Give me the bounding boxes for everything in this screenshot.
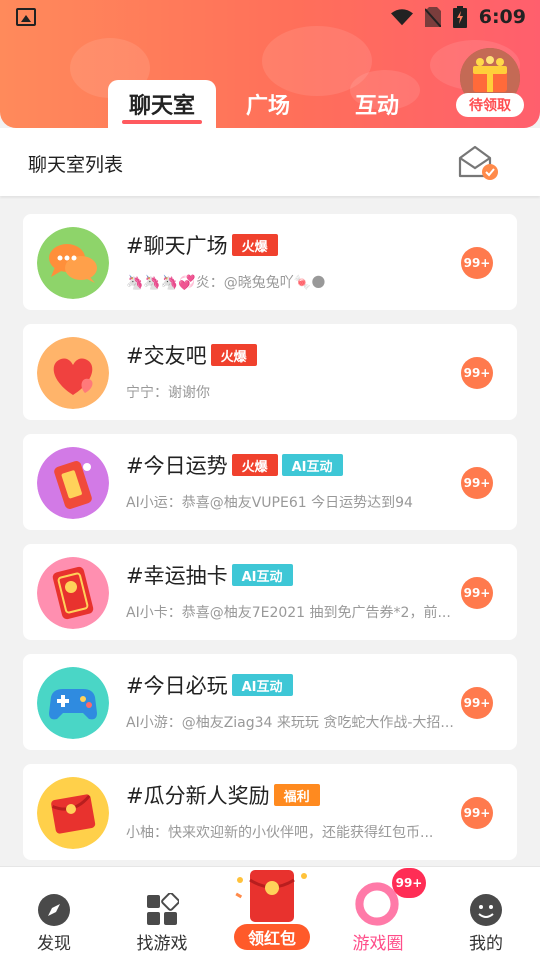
- chatroom-title: #幸运抽卡: [126, 564, 228, 588]
- read-all-mail-icon[interactable]: [458, 144, 500, 182]
- reward-pending-badge: 待领取: [456, 93, 524, 117]
- status-time: 6:09: [478, 6, 526, 28]
- unread-count-badge: 99+: [461, 797, 493, 829]
- notification-badge: 99+: [392, 868, 426, 898]
- nav-find-games[interactable]: 找游戏: [108, 867, 216, 960]
- nav-label: 游戏圈: [352, 934, 404, 954]
- compass-icon: [38, 894, 70, 926]
- nav-label: 领红包: [234, 924, 310, 950]
- chatroom-item[interactable]: #瓜分新人奖励 福利 小柚：快来欢迎新的小伙伴吧，还能获得红包币... 99+: [23, 764, 517, 860]
- chat-bubbles-icon: [37, 227, 109, 299]
- chatroom-item[interactable]: #聊天广场 火爆 🦄🦄🦄💞炎：@晓兔兔吖🍬🌑 99+: [23, 214, 517, 310]
- chatroom-list-header: 聊天室列表: [0, 128, 540, 196]
- chatroom-title: #今日运势: [126, 454, 228, 478]
- chatroom-last-message: AI小卡：恭喜@柚友7E2021 抽到免广告券*2，前...: [126, 605, 451, 621]
- unread-count-badge: 99+: [461, 577, 493, 609]
- chatroom-last-message: AI小游：@柚友Ziag34 来玩玩 贪吃蛇大作战-大招...: [126, 715, 454, 731]
- chatroom-last-message: 小柚：快来欢迎新的小伙伴吧，还能获得红包币...: [126, 825, 434, 841]
- heart-icon: [37, 337, 109, 409]
- chatroom-item[interactable]: #幸运抽卡 AI互动 AI小卡：恭喜@柚友7E2021 抽到免广告券*2，前..…: [23, 544, 517, 640]
- grid-icon: [147, 893, 179, 925]
- ai-interaction-tag: AI互动: [281, 454, 343, 476]
- page-title: 聊天室列表: [28, 154, 124, 176]
- chatroom-last-message: AI小运：恭喜@柚友VUPE61 今日运势达到94: [126, 495, 413, 511]
- unread-count-badge: 99+: [461, 687, 493, 719]
- unread-count-badge: 99+: [461, 247, 493, 279]
- wifi-icon: [390, 9, 413, 26]
- chatroom-last-message: 宁宁：谢谢你: [126, 385, 210, 401]
- chatroom-item[interactable]: #今日运势 火爆 AI互动 AI小运：恭喜@柚友VUPE61 今日运势达到94 …: [23, 434, 517, 530]
- lucky-card-icon: [37, 557, 109, 629]
- battery-charging-icon: [452, 6, 467, 28]
- ai-interaction-tag: AI互动: [231, 564, 293, 586]
- ai-interaction-tag: AI互动: [231, 674, 293, 696]
- chatroom-item[interactable]: #交友吧 火爆 宁宁：谢谢你 99+: [23, 324, 517, 420]
- hot-tag: 火爆: [231, 234, 278, 256]
- chatroom-title: #瓜分新人奖励: [126, 784, 270, 808]
- nav-red-envelope[interactable]: 领红包: [230, 860, 314, 952]
- gamepad-icon: [37, 667, 109, 739]
- nav-mine[interactable]: 我的: [432, 867, 540, 960]
- no-sim-icon: [424, 7, 441, 27]
- tab-chatroom[interactable]: 聊天室: [108, 80, 216, 128]
- nav-label: 找游戏: [136, 934, 188, 954]
- chatroom-title: #聊天广场: [126, 234, 228, 258]
- unread-count-badge: 99+: [461, 357, 493, 389]
- welfare-tag: 福利: [273, 784, 320, 806]
- red-envelope-icon: [235, 870, 307, 922]
- tab-square[interactable]: 广场: [246, 80, 290, 128]
- nav-discover[interactable]: 发现: [0, 867, 108, 960]
- nav-label: 我的: [469, 934, 503, 954]
- tab-interaction[interactable]: 互动: [355, 80, 399, 128]
- header: 6:09 聊天室 广场 互动 待领取: [0, 0, 540, 128]
- status-bar: 6:09: [0, 0, 540, 36]
- chatroom-title: #交友吧: [126, 344, 207, 368]
- nav-label: 发现: [37, 934, 71, 954]
- image-notification-icon: [16, 8, 36, 26]
- smile-icon: [470, 894, 502, 926]
- chatroom-last-message: 🦄🦄🦄💞炎：@晓兔兔吖🍬🌑: [126, 275, 326, 291]
- hot-tag: 火爆: [231, 454, 278, 476]
- red-envelope-icon: [37, 777, 109, 849]
- hot-tag: 火爆: [210, 344, 257, 366]
- chatroom-item[interactable]: #今日必玩 AI互动 AI小游：@柚友Ziag34 来玩玩 贪吃蛇大作战-大招.…: [23, 654, 517, 750]
- reward-chest-button[interactable]: 待领取: [456, 48, 524, 120]
- fortune-tag-icon: [37, 447, 109, 519]
- unread-count-badge: 99+: [461, 467, 493, 499]
- chatroom-title: #今日必玩: [126, 674, 228, 698]
